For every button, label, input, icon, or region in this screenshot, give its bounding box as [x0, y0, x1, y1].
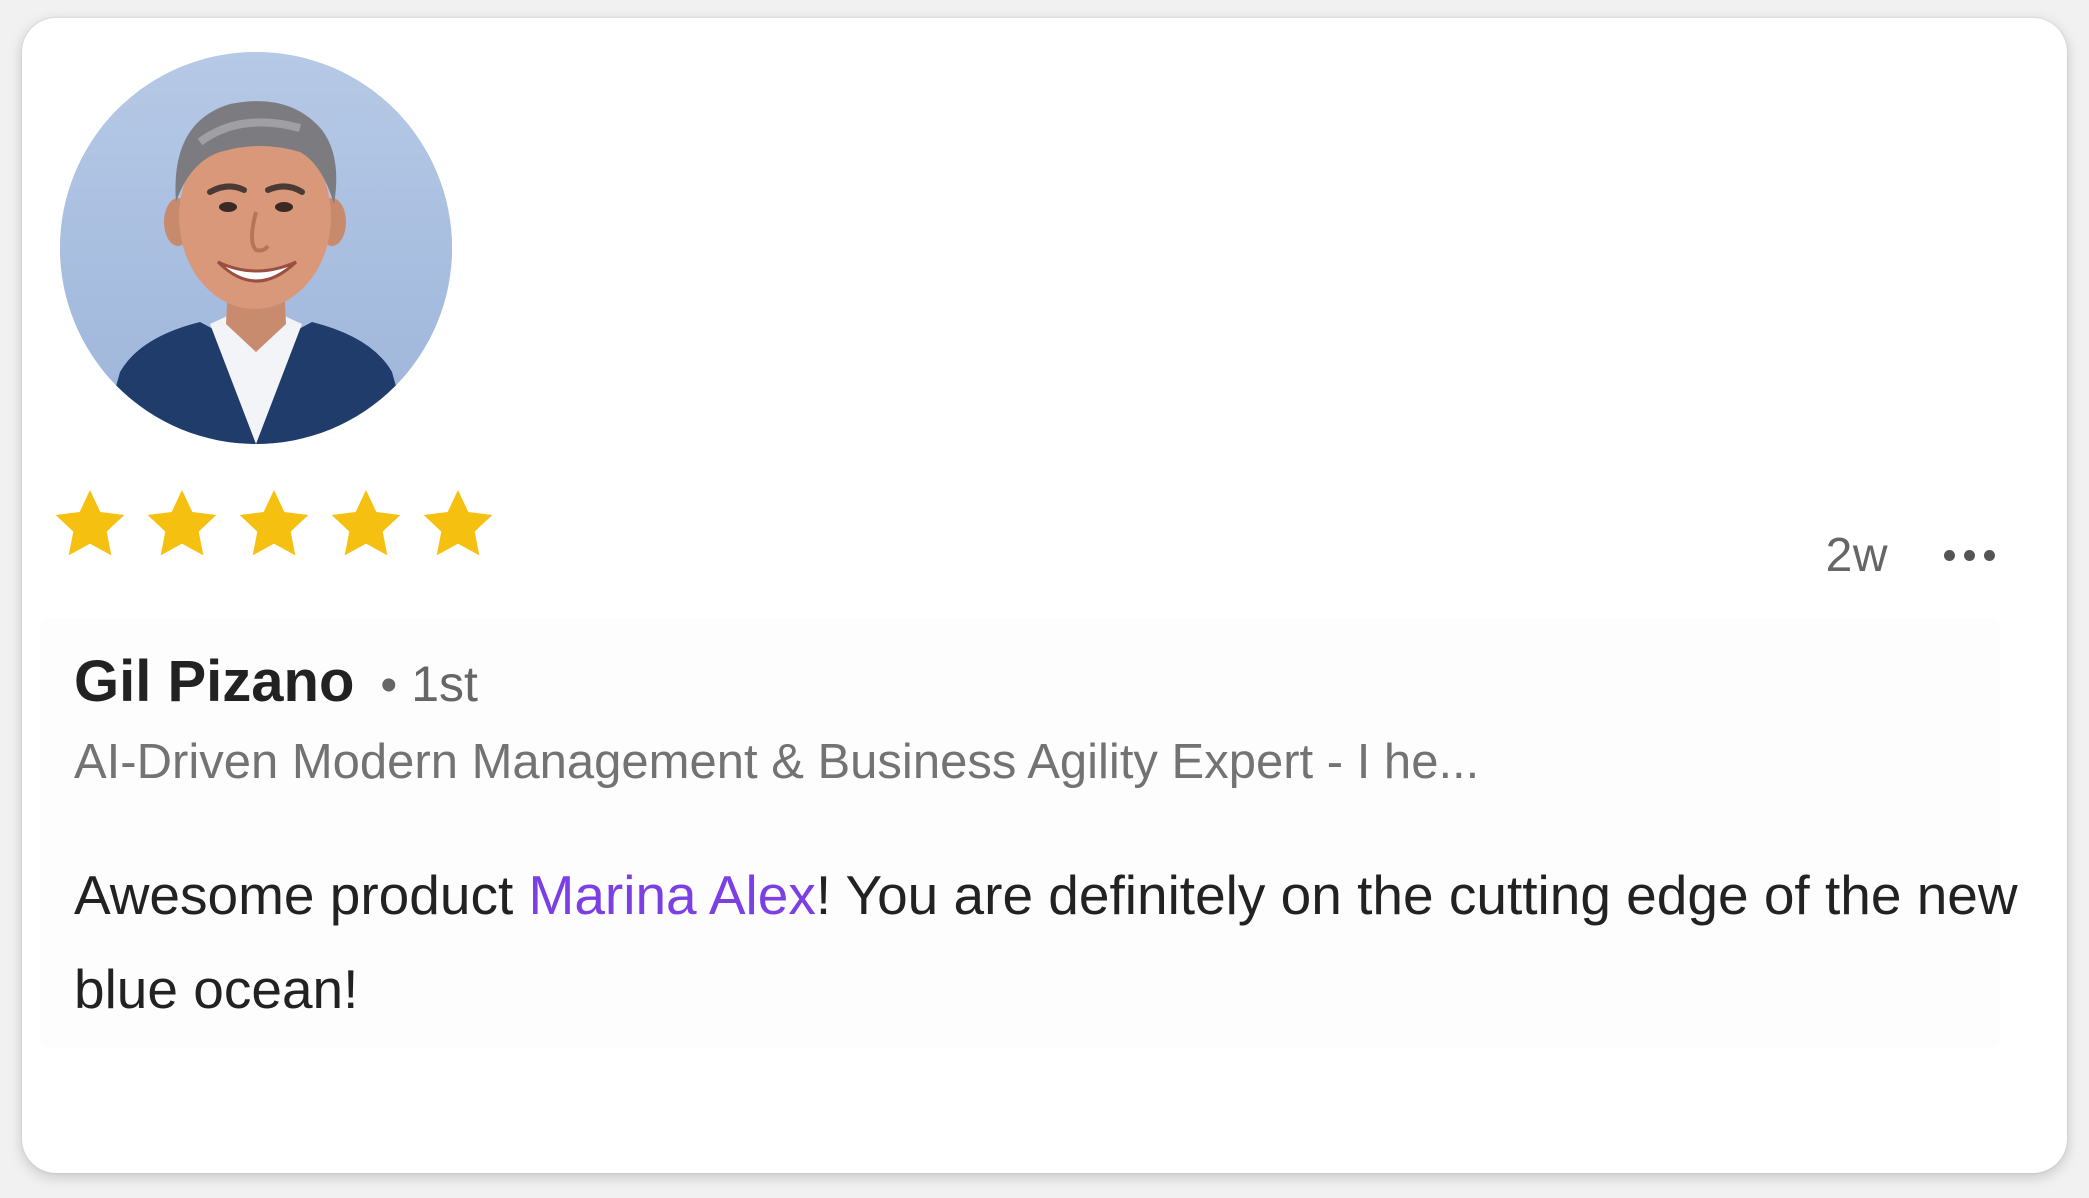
- degree-separator: •: [380, 659, 398, 712]
- star-icon: [147, 490, 217, 556]
- comment-before-mention: Awesome product: [74, 864, 529, 926]
- author-line: Gil Pizano • 1st: [74, 648, 478, 715]
- avatar[interactable]: [60, 52, 452, 444]
- timestamp: 2w: [1825, 529, 1888, 582]
- author-name[interactable]: Gil Pizano: [74, 648, 354, 715]
- author-headline: AI-Driven Modern Management & Business A…: [74, 735, 1480, 789]
- mention-link[interactable]: Marina Alex: [529, 864, 816, 926]
- connection-degree: 1st: [411, 656, 478, 712]
- more-options-icon[interactable]: [1940, 544, 1999, 567]
- review-meta: 2w: [1826, 528, 1999, 583]
- comment-text: Awesome product Marina Alex! You are def…: [74, 848, 2034, 1036]
- rating-stars: [50, 484, 498, 564]
- star-icon: [239, 490, 309, 556]
- star-icon: [423, 490, 493, 556]
- star-icon: [55, 490, 125, 556]
- star-icon: [331, 490, 401, 556]
